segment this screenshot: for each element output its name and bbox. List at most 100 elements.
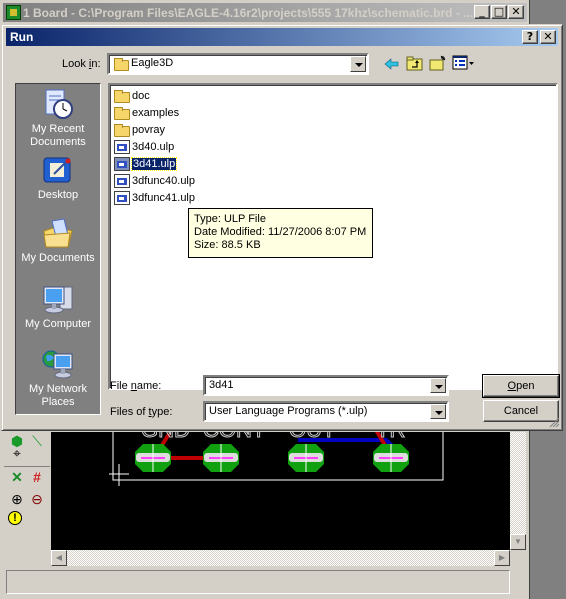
scroll-down-button[interactable]: ▼ xyxy=(510,534,526,550)
pcb-label-out: OUT xyxy=(289,432,335,442)
file-type-label-prefix: Files of xyxy=(110,406,149,418)
look-in-label-prefix: Look xyxy=(62,58,89,70)
file-name: 3d40.ulp xyxy=(132,141,175,153)
file-item-3d41[interactable]: 3d41.ulp xyxy=(114,156,178,172)
pcb-label-tr: TR xyxy=(376,432,405,442)
place-my-recent-documents[interactable]: My Recent Documents xyxy=(16,88,100,149)
eagle-app-icon xyxy=(6,5,21,20)
ratsnest-icon[interactable]: ✕ xyxy=(8,468,26,486)
scroll-left-button[interactable]: ◀ xyxy=(51,550,67,566)
tooltip-size: Size: 88.5 KB xyxy=(194,239,261,251)
tooltip-type: Type: ULP File xyxy=(194,213,266,225)
ulp-file-icon xyxy=(114,174,130,188)
file-name: 3dfunc40.ulp xyxy=(132,175,195,187)
mark-tool-icon[interactable]: ⌖ xyxy=(8,444,26,462)
ulp-file-icon xyxy=(114,140,130,154)
file-type-label-suffix: ype: xyxy=(151,406,173,418)
open-button-mnemonic: O xyxy=(507,380,517,392)
pad-4 xyxy=(373,444,409,472)
open-button[interactable]: Open xyxy=(482,374,560,398)
run-dialog: Run ? ✕ Look in: Eagle3D My Recent Docum… xyxy=(1,24,563,431)
up-folder-icon[interactable] xyxy=(406,55,424,71)
left-toolbar: ⬢ ⟍ ⌖ ✕ # ⊕ ⊖ ! xyxy=(4,432,50,566)
look-in-value: Eagle3D xyxy=(131,57,174,69)
recent-documents-icon xyxy=(42,88,74,120)
look-in-dropdown[interactable]: Eagle3D xyxy=(107,53,369,75)
look-in-label-suffix: n: xyxy=(91,58,101,70)
pcb-label-gnd: GND xyxy=(141,432,190,442)
file-item-examples[interactable]: examples xyxy=(114,105,179,121)
place-label: Desktop xyxy=(37,189,79,201)
ulp-file-icon xyxy=(114,191,130,205)
file-type-value: User Language Programs (*.ulp) xyxy=(209,405,368,417)
file-name: doc xyxy=(132,90,150,102)
network-places-icon xyxy=(42,348,74,380)
main-window-titlebar[interactable]: 1 Board - C:\Program Files\EAGLE-4.16r2\… xyxy=(3,3,527,22)
file-item-povray[interactable]: povray xyxy=(114,122,165,138)
place-desktop[interactable]: Desktop xyxy=(16,154,100,202)
file-name: povray xyxy=(132,124,166,136)
file-item-3dfunc40[interactable]: 3dfunc40.ulp xyxy=(114,173,195,189)
ulp-file-icon xyxy=(114,157,130,171)
pad-2 xyxy=(203,444,239,472)
file-item-3d40[interactable]: 3d40.ulp xyxy=(114,139,174,155)
place-my-network-places[interactable]: My Network Places xyxy=(16,348,100,409)
place-label-2: Documents xyxy=(30,136,86,148)
files-of-type-label: Files of type: xyxy=(110,406,172,418)
scroll-right-button[interactable]: ▶ xyxy=(494,550,510,566)
place-label-2: Places xyxy=(41,396,75,408)
pcb-label-cont: CONT xyxy=(203,432,265,442)
place-my-documents[interactable]: My Documents xyxy=(16,217,100,265)
file-name: examples xyxy=(132,107,180,119)
new-folder-icon[interactable] xyxy=(429,55,447,71)
file-name-value: 3d41 xyxy=(209,379,234,391)
place-label: My Documents xyxy=(21,252,95,264)
erc-icon[interactable]: ⊕ xyxy=(8,490,26,508)
vertical-scrollbar[interactable]: ▼ xyxy=(510,432,526,550)
look-in-label: Look in: xyxy=(62,58,101,70)
file-item-doc[interactable]: doc xyxy=(114,88,150,104)
file-info-tooltip: Type: ULP File Date Modified: 11/27/2006… xyxy=(188,208,373,258)
chevron-down-icon[interactable] xyxy=(430,378,446,393)
file-name: 3dfunc41.ulp xyxy=(132,192,195,204)
dialog-title: Run xyxy=(10,30,34,44)
dialog-titlebar[interactable]: Run xyxy=(6,28,558,46)
file-item-3dfunc41[interactable]: 3dfunc41.ulp xyxy=(114,190,195,206)
place-label: My Recent xyxy=(31,123,85,135)
pcb-canvas[interactable]: GND CONT OUT TR xyxy=(51,432,510,550)
file-name-label-suffix: ame: xyxy=(136,380,162,392)
main-close-button[interactable]: ✕ xyxy=(508,5,524,19)
places-bar: My Recent Documents Desktop My Documents… xyxy=(15,83,101,415)
horizontal-scrollbar[interactable]: ◀ ▶ xyxy=(51,550,510,566)
chevron-down-icon[interactable] xyxy=(350,56,366,72)
maximize-button[interactable]: □ xyxy=(491,5,507,19)
errors-icon[interactable]: ! xyxy=(8,511,22,525)
pad-3 xyxy=(288,444,324,472)
place-my-computer[interactable]: My Computer xyxy=(16,283,100,331)
folder-icon xyxy=(114,123,130,137)
chevron-down-icon[interactable] xyxy=(430,404,446,419)
autorouter-icon[interactable]: # xyxy=(28,468,46,486)
back-icon[interactable] xyxy=(383,56,401,72)
files-of-type-dropdown[interactable]: User Language Programs (*.ulp) xyxy=(203,401,449,422)
place-label: My Network xyxy=(28,383,88,395)
view-menu-icon[interactable] xyxy=(452,55,476,71)
file-name-input[interactable]: 3d41 xyxy=(203,375,449,396)
folder-icon xyxy=(114,89,130,103)
pcb-drawing: GND CONT OUT TR xyxy=(109,432,444,486)
help-button[interactable]: ? xyxy=(522,30,538,44)
wire-tool-icon[interactable]: ⟍ xyxy=(28,432,46,450)
file-name-label-prefix: File xyxy=(110,380,131,392)
pad-1 xyxy=(135,444,171,472)
folder-icon xyxy=(114,106,130,120)
file-name: 3d41.ulp xyxy=(130,157,178,171)
my-documents-icon xyxy=(42,217,74,249)
dialog-close-button[interactable]: ✕ xyxy=(540,30,556,44)
place-label: My Computer xyxy=(24,318,92,330)
folder-icon xyxy=(114,58,129,71)
open-button-label: pen xyxy=(516,380,535,392)
tooltip-date-modified: Date Modified: 11/27/2006 8:07 PM xyxy=(194,226,367,238)
drc-icon[interactable]: ⊖ xyxy=(28,490,46,508)
minimize-button[interactable]: _ xyxy=(474,5,490,19)
resize-grip-icon[interactable] xyxy=(548,416,560,428)
